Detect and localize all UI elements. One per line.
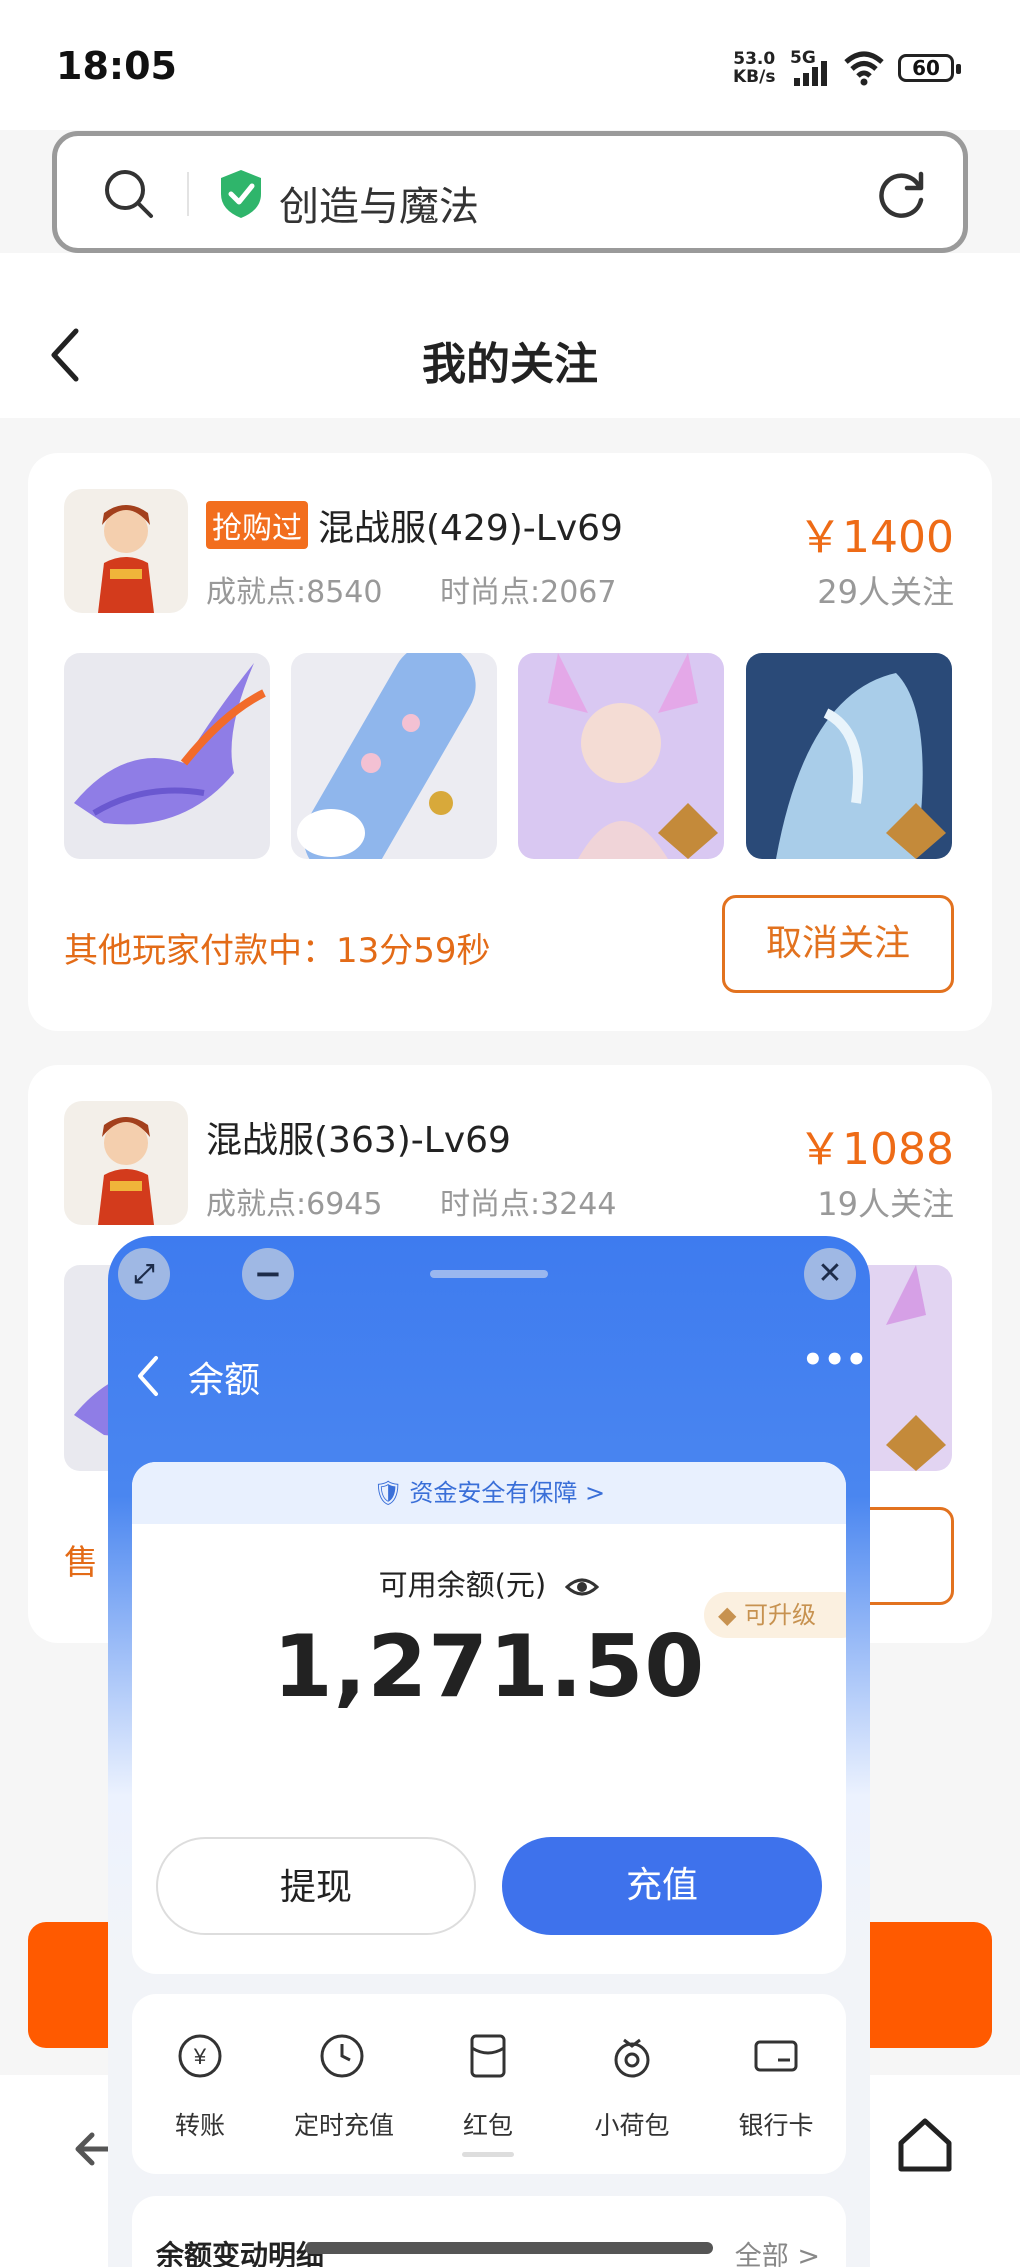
unfollow-button[interactable]: 取消关注 bbox=[722, 895, 954, 993]
avatar bbox=[64, 489, 188, 613]
sale-status: 售 bbox=[64, 1543, 98, 1583]
network-speed: 53.0 KB/s bbox=[733, 49, 776, 87]
server-name: 混战服(429)-Lv69 bbox=[318, 508, 623, 549]
character-avatar-icon bbox=[64, 1101, 188, 1225]
payment-status: 其他玩家付款中：13分59秒 bbox=[64, 931, 491, 971]
item-thumbnail-fox-girl[interactable] bbox=[518, 653, 724, 859]
expand-icon[interactable]: ⤢ bbox=[118, 1248, 170, 1300]
follower-count: 29人关注 bbox=[817, 573, 954, 611]
shortcut-transfer[interactable]: ¥ 转账 bbox=[140, 2028, 260, 2142]
home-icon[interactable] bbox=[896, 2115, 954, 2173]
server-title: 混战服(363)-Lv69 bbox=[206, 1111, 511, 1163]
safety-banner[interactable]: 🛡 资金安全有保障 > bbox=[132, 1462, 846, 1524]
shortcut-red-packet[interactable]: 红包 bbox=[428, 2028, 548, 2157]
search-query[interactable]: 创造与魔法 bbox=[279, 174, 479, 232]
eye-icon[interactable] bbox=[565, 1575, 600, 1599]
divider bbox=[187, 172, 189, 216]
achievement-points: 成就点:8540 bbox=[206, 575, 383, 610]
detail-title: 余额变动明细 bbox=[156, 2239, 325, 2267]
avatar bbox=[64, 1101, 188, 1225]
home-indicator[interactable] bbox=[305, 2242, 713, 2254]
wallet-floating-window[interactable]: ⤢ − ✕ 余额 ••• 🛡 资金安全有保障 > 可用余额(元) ◆ 可升级 1,2… bbox=[108, 1236, 870, 2267]
shortcut-small-purse[interactable]: 小荷包 bbox=[572, 2028, 692, 2142]
wifi-icon bbox=[844, 51, 884, 86]
tab-indicator bbox=[462, 2152, 514, 2157]
item-thumbnail-skateboard[interactable] bbox=[291, 653, 497, 859]
wallet-title: 余额 bbox=[188, 1360, 261, 1401]
bank-card-icon bbox=[754, 2040, 798, 2072]
recharge-button[interactable]: 充值 bbox=[502, 1837, 822, 1935]
page-title: 我的关注 bbox=[422, 339, 598, 390]
shield-check-icon bbox=[221, 170, 261, 218]
page-header: 我的关注 bbox=[0, 253, 1020, 418]
shortcut-scheduled-recharge[interactable]: 定时充值 bbox=[284, 2028, 404, 2142]
shortcut-panel: ¥ 转账 定时充值 红包 小荷包 银行卡 bbox=[132, 1994, 846, 2174]
more-icon[interactable]: ••• bbox=[802, 1340, 867, 1380]
svg-text:¥: ¥ bbox=[193, 2044, 207, 2069]
status-time: 18:05 bbox=[56, 44, 177, 88]
fashion-points: 时尚点:3244 bbox=[440, 1187, 617, 1222]
battery-icon: 60 bbox=[898, 54, 961, 82]
signal-icon bbox=[794, 61, 827, 86]
minimize-icon[interactable]: − bbox=[242, 1248, 294, 1300]
price: ￥1088 bbox=[798, 1124, 954, 1175]
shortcut-bank-card[interactable]: 银行卡 bbox=[716, 2028, 836, 2142]
purchased-badge: 抢购过 bbox=[206, 501, 308, 549]
status-bar: 18:05 53.0 KB/s 5G 60 bbox=[0, 0, 1020, 130]
price: ￥1400 bbox=[798, 512, 954, 563]
character-avatar-icon bbox=[64, 489, 188, 613]
shield-icon: 🛡 bbox=[372, 1479, 404, 1507]
followed-item-card[interactable]: 抢购过 混战服(429)-Lv69 成就点:8540 时尚点:2067 ￥140… bbox=[28, 453, 992, 1031]
server-name: 混战服(363)-Lv69 bbox=[206, 1120, 511, 1161]
server-title: 抢购过 混战服(429)-Lv69 bbox=[206, 499, 623, 551]
refresh-icon[interactable] bbox=[875, 168, 929, 222]
item-thumbnail-dragon[interactable] bbox=[64, 653, 270, 859]
browser-address-bar[interactable]: 创造与魔法 bbox=[52, 131, 968, 253]
balance-detail-header[interactable]: 余额变动明细 全部 > bbox=[132, 2196, 846, 2267]
balance-panel: 🛡 资金安全有保障 > 可用余额(元) ◆ 可升级 1,271.50 提现 充值 bbox=[132, 1462, 846, 1974]
red-packet-icon bbox=[470, 2034, 506, 2078]
transfer-icon: ¥ bbox=[178, 2034, 222, 2078]
clock-icon bbox=[320, 2034, 364, 2078]
close-icon[interactable]: ✕ bbox=[804, 1248, 856, 1300]
drag-handle[interactable] bbox=[430, 1270, 548, 1278]
balance-amount: 1,271.50 bbox=[272, 1617, 706, 1717]
back-icon[interactable] bbox=[134, 1354, 162, 1398]
achievement-points: 成就点:6945 bbox=[206, 1187, 383, 1222]
fashion-points: 时尚点:2067 bbox=[440, 575, 617, 610]
search-icon[interactable] bbox=[101, 166, 157, 222]
purse-icon bbox=[614, 2038, 650, 2078]
withdraw-button[interactable]: 提现 bbox=[156, 1837, 476, 1935]
follower-count: 19人关注 bbox=[817, 1185, 954, 1223]
item-thumbnail-ice-armor[interactable] bbox=[746, 653, 952, 859]
view-all-link[interactable]: 全部 > bbox=[735, 2234, 820, 2267]
